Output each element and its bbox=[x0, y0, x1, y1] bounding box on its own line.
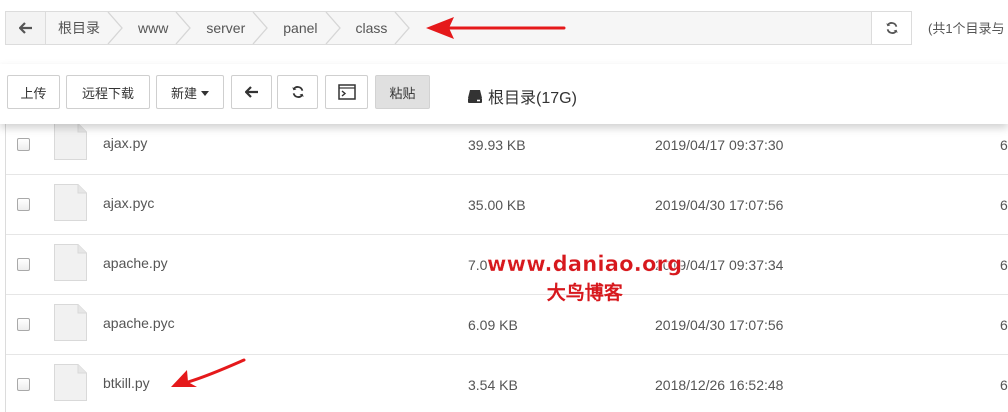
breadcrumb-item-label: class bbox=[355, 20, 388, 36]
file-permission: 6 bbox=[1000, 257, 1008, 273]
disk-label-text: 根目录(17G) bbox=[488, 90, 577, 107]
path-bar: 根目录 www server panel class bbox=[5, 11, 912, 45]
new-button-label: 新建 bbox=[170, 85, 197, 101]
table-row[interactable]: ajax.pyc 35.00 KB 2019/04/30 17:07:56 6 bbox=[6, 175, 1008, 235]
file-size: 39.93 KB bbox=[468, 137, 526, 153]
file-toolbar: 上传 远程下载 新建 粘贴 根目录(17G) bbox=[0, 64, 1008, 124]
file-icon bbox=[54, 304, 87, 341]
breadcrumb-item-www[interactable]: www bbox=[116, 12, 192, 44]
file-icon bbox=[54, 244, 87, 281]
file-modified-time: 2019/04/30 17:07:56 bbox=[655, 197, 784, 213]
breadcrumb-item-panel[interactable]: panel bbox=[261, 12, 341, 44]
breadcrumb-item-label: panel bbox=[283, 20, 318, 36]
file-permission: 6 bbox=[1000, 377, 1008, 393]
breadcrumb-item-server[interactable]: server bbox=[184, 12, 269, 44]
breadcrumb-item-class[interactable]: class bbox=[334, 12, 411, 44]
file-name[interactable]: btkill.py bbox=[103, 375, 150, 391]
file-modified-time: 2019/04/30 17:07:56 bbox=[655, 317, 784, 333]
row-checkbox[interactable] bbox=[17, 138, 30, 151]
back-button[interactable] bbox=[231, 75, 272, 109]
file-modified-time: 2019/04/17 09:37:30 bbox=[655, 137, 784, 153]
path-back-button[interactable] bbox=[6, 12, 46, 44]
file-size: 35.00 KB bbox=[468, 197, 526, 213]
file-count-summary: (共1个目录与 bbox=[928, 21, 1005, 36]
breadcrumb-item-label: www bbox=[138, 20, 169, 36]
file-permission: 6 bbox=[1000, 317, 1008, 333]
file-modified-time: 2018/12/26 16:52:48 bbox=[655, 377, 784, 393]
watermark-url: www.daniao.org bbox=[487, 252, 683, 276]
file-icon bbox=[54, 364, 87, 401]
caret-down-icon bbox=[201, 90, 209, 96]
remote-download-button[interactable]: 远程下载 bbox=[66, 75, 150, 109]
refresh-button[interactable] bbox=[277, 75, 318, 109]
path-refresh-button[interactable] bbox=[871, 12, 911, 44]
watermark: www.daniao.org 大鸟博客 bbox=[487, 252, 682, 305]
row-checkbox[interactable] bbox=[17, 198, 30, 211]
table-row[interactable]: btkill.py 3.54 KB 2018/12/26 16:52:48 6 bbox=[6, 355, 1008, 412]
watermark-name: 大鸟博客 bbox=[546, 282, 623, 304]
arrow-left-icon bbox=[244, 86, 258, 98]
remote-download-button-label: 远程下载 bbox=[81, 85, 134, 101]
file-size: 7.0 bbox=[468, 257, 488, 273]
file-name[interactable]: ajax.py bbox=[103, 135, 147, 151]
terminal-icon bbox=[337, 84, 356, 100]
file-icon bbox=[54, 184, 87, 221]
arrow-left-icon bbox=[18, 22, 32, 34]
file-size: 6.09 KB bbox=[468, 317, 518, 333]
upload-button[interactable]: 上传 bbox=[7, 75, 60, 109]
file-name[interactable]: apache.py bbox=[103, 255, 168, 271]
breadcrumb-item-label: 根目录 bbox=[58, 20, 100, 36]
breadcrumb-separator bbox=[394, 12, 411, 44]
file-icon bbox=[54, 123, 87, 160]
file-name[interactable]: apache.pyc bbox=[103, 315, 175, 331]
disk-info: 根目录(17G) bbox=[467, 84, 577, 108]
refresh-icon bbox=[885, 22, 898, 34]
file-permission: 6 bbox=[1000, 197, 1008, 213]
row-checkbox[interactable] bbox=[17, 378, 30, 391]
file-permission: 6 bbox=[1000, 137, 1008, 153]
file-size: 3.54 KB bbox=[468, 377, 518, 393]
breadcrumb: 根目录 www server panel class bbox=[46, 12, 871, 44]
breadcrumb-item-label: server bbox=[206, 20, 246, 36]
file-name[interactable]: ajax.pyc bbox=[103, 195, 154, 211]
hdd-icon bbox=[468, 89, 482, 103]
upload-button-label: 上传 bbox=[20, 85, 47, 101]
refresh-icon bbox=[291, 86, 304, 98]
terminal-button[interactable] bbox=[325, 75, 368, 109]
paste-button[interactable]: 粘贴 bbox=[375, 75, 430, 109]
breadcrumb-item-root[interactable]: 根目录 bbox=[46, 12, 123, 44]
row-checkbox[interactable] bbox=[17, 318, 30, 331]
new-dropdown-button[interactable]: 新建 bbox=[156, 75, 224, 109]
row-checkbox[interactable] bbox=[17, 258, 30, 271]
paste-button-label: 粘贴 bbox=[389, 85, 416, 101]
